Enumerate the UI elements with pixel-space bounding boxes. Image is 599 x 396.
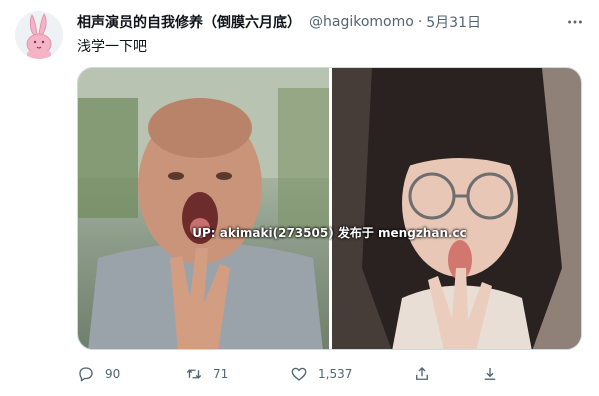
share-button[interactable]	[413, 362, 431, 386]
reply-count: 90	[105, 367, 121, 381]
reply-button[interactable]: 90	[77, 362, 120, 386]
tweet-timestamp[interactable]: 5月31日	[426, 12, 481, 32]
media-watermark: UP: akimaki(273505) 发布于 mengzhan.cc	[192, 226, 467, 240]
more-button[interactable]	[565, 12, 585, 32]
download-icon	[484, 368, 496, 380]
share-icon	[416, 367, 428, 380]
tweet-text: 浅学一下吧	[77, 39, 147, 55]
bunny-avatar-icon	[15, 11, 63, 59]
more-icon	[568, 20, 582, 24]
user-handle[interactable]: @hagikomomo	[309, 14, 414, 30]
retweet-icon	[186, 369, 202, 379]
retweet-button[interactable]: 71	[185, 362, 228, 386]
display-name[interactable]: 相声演员的自我修养（倒膜六月底）	[77, 12, 301, 32]
media-photo-right[interactable]	[332, 68, 581, 349]
heart-icon	[291, 367, 307, 381]
media-container[interactable]: UP: akimaki(273505) 发布于 mengzhan.cc	[77, 67, 582, 350]
retweet-count: 71	[213, 367, 229, 381]
separator-dot: ·	[417, 14, 423, 30]
download-button[interactable]	[481, 362, 499, 386]
reply-icon	[79, 367, 93, 382]
like-count: 1,537	[318, 367, 353, 381]
photo-woman-illustration	[332, 68, 581, 349]
photo-man-illustration	[78, 68, 329, 349]
tweet: 相声演员的自我修养（倒膜六月底） @hagikomomo · 5月31日 浅学一…	[0, 0, 599, 396]
tweet-header: 相声演员的自我修养（倒膜六月底） @hagikomomo · 5月31日	[77, 11, 569, 33]
avatar[interactable]	[15, 11, 63, 59]
media-photo-left[interactable]	[78, 68, 329, 349]
tweet-actions: 90 71 1,537	[77, 362, 582, 386]
like-button[interactable]: 1,537	[290, 362, 352, 386]
